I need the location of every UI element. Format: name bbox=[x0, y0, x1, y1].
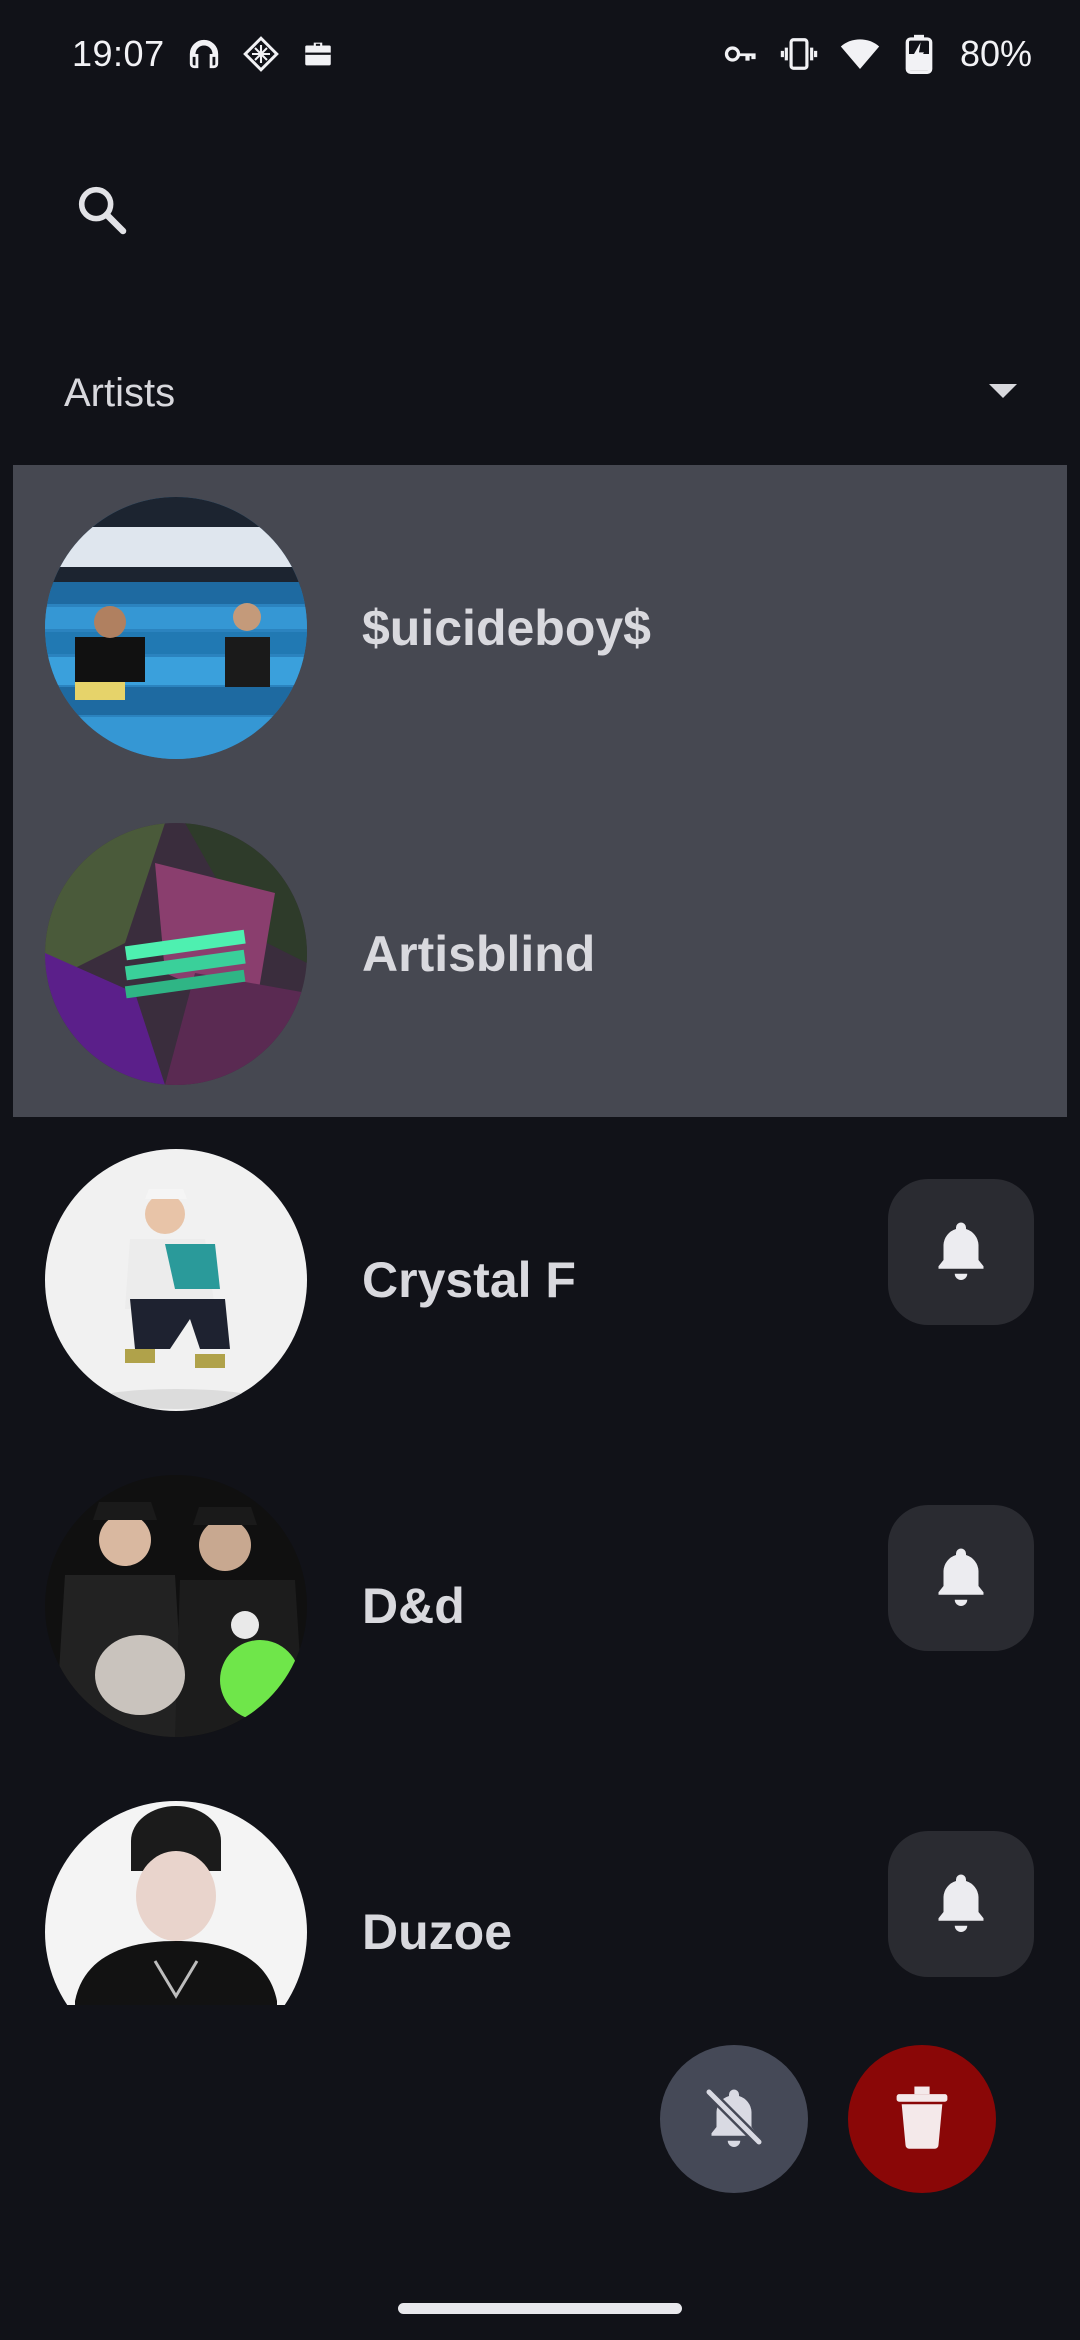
status-bar: 19:07 80% bbox=[0, 0, 1080, 108]
artist-name: $uicideboy$ bbox=[362, 600, 651, 656]
notify-bell-button[interactable] bbox=[888, 1505, 1034, 1651]
app-shortcut-icon bbox=[242, 36, 279, 72]
mute-notifications-button[interactable] bbox=[660, 2045, 808, 2193]
status-right: 80% bbox=[722, 33, 1032, 75]
search-icon bbox=[74, 182, 130, 243]
category-label: Artists bbox=[64, 370, 176, 415]
delete-button[interactable] bbox=[848, 2045, 996, 2193]
vpn-key-icon bbox=[722, 36, 758, 72]
notify-bell-button[interactable] bbox=[888, 1179, 1034, 1325]
artist-list[interactable]: $uicideboy$ Artisblind Crystal F D&d Duz… bbox=[0, 465, 1080, 2005]
artist-avatar bbox=[45, 1149, 307, 1411]
artist-name: D&d bbox=[362, 1578, 465, 1634]
vibrate-icon bbox=[780, 35, 818, 73]
artist-row[interactable]: $uicideboy$ bbox=[0, 465, 1080, 791]
artist-avatar bbox=[45, 1801, 307, 2005]
category-dropdown[interactable]: Artists bbox=[40, 340, 1040, 446]
artist-name: Duzoe bbox=[362, 1904, 512, 1960]
artist-avatar bbox=[45, 497, 307, 759]
artist-row[interactable]: Crystal F bbox=[0, 1117, 1080, 1443]
battery-percent: 80% bbox=[959, 33, 1032, 74]
artist-row[interactable]: D&d bbox=[0, 1443, 1080, 1769]
artist-avatar bbox=[45, 823, 307, 1085]
search-button[interactable] bbox=[60, 170, 144, 254]
notifications-off-icon bbox=[704, 2084, 764, 2155]
bell-icon bbox=[931, 1217, 991, 1288]
work-briefcase-icon bbox=[301, 37, 335, 71]
wifi-icon bbox=[840, 34, 880, 74]
bell-icon bbox=[931, 1869, 991, 1940]
headphones-icon bbox=[187, 37, 221, 71]
trash-icon bbox=[893, 2084, 951, 2155]
artist-row[interactable]: Artisblind bbox=[0, 791, 1080, 1117]
battery-charging-icon bbox=[902, 34, 936, 74]
artist-avatar bbox=[45, 1475, 307, 1737]
artist-row[interactable]: Duzoe bbox=[0, 1769, 1080, 2005]
notify-bell-button[interactable] bbox=[888, 1831, 1034, 1977]
bell-icon bbox=[931, 1543, 991, 1614]
artist-name: Crystal F bbox=[362, 1252, 576, 1308]
status-left: 19:07 bbox=[72, 33, 335, 75]
artist-name: Artisblind bbox=[362, 926, 596, 982]
dropdown-arrow-icon bbox=[986, 381, 1020, 406]
home-indicator[interactable] bbox=[398, 2303, 682, 2314]
status-time: 19:07 bbox=[72, 33, 165, 74]
